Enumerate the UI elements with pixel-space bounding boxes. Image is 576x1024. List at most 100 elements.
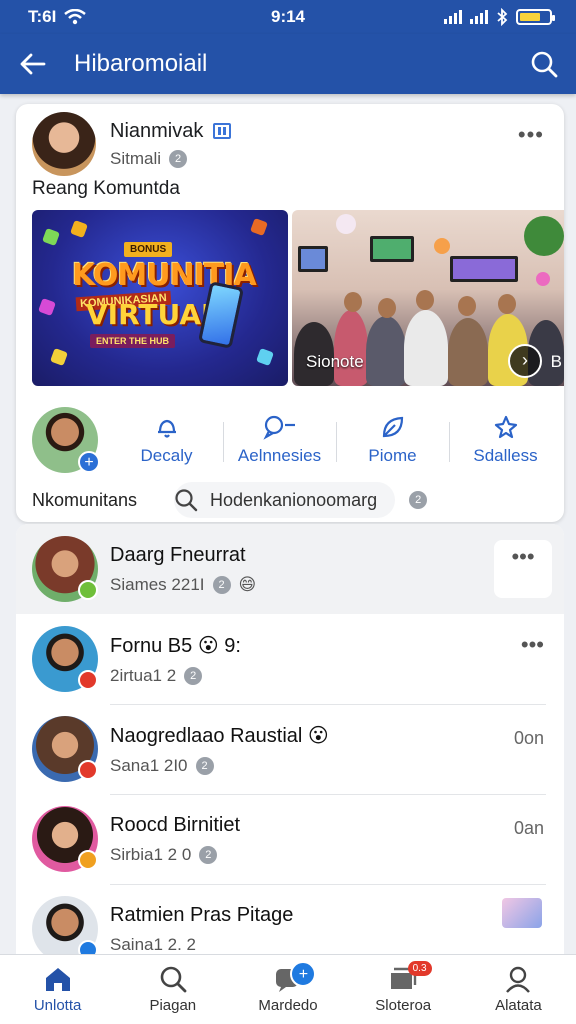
bottom-navigation: Unlotta Piagan + Mardedo 0.3 Sloteroa Al… (0, 954, 576, 1024)
banner-footer: ENTER THE HUB (90, 334, 176, 348)
chat-icon (262, 415, 295, 440)
audience-icon: 2 (195, 756, 214, 775)
message-time: 0on (513, 728, 544, 748)
community-label: Nkomunitans (32, 489, 138, 510)
new-message-badge: + (290, 961, 317, 987)
message-time: 0an (513, 818, 544, 838)
contact-avatar (32, 806, 98, 872)
author-name[interactable]: Nianmivak (110, 120, 203, 143)
next-arrow-icon[interactable]: › (508, 344, 542, 378)
contact-name: Naogredlaao Raustial 😮 (110, 724, 329, 747)
community-photo[interactable]: Sionote › B (292, 210, 564, 386)
nav-search[interactable]: Piagan (115, 955, 230, 1024)
status-dot (78, 850, 98, 870)
back-arrow-icon[interactable] (18, 52, 46, 76)
clock: 9:14 (270, 7, 306, 26)
contact-name: Ratmien Pras Pitage (110, 903, 294, 926)
action-aelnnesies[interactable]: Aelnnesies (223, 414, 336, 466)
bluetooth-icon (497, 8, 508, 26)
more-options-icon[interactable]: ••• (518, 122, 544, 148)
nav-label: Unlotta (33, 997, 82, 1014)
banner-subheadline: VIRTUAL (86, 298, 219, 331)
contact-meta: Siames 221I (110, 574, 205, 594)
search-field-text: Hodenkanionoomarg (210, 489, 378, 510)
page-title: Hibaromoiail (74, 50, 208, 77)
action-decaly[interactable]: Decaly (110, 414, 223, 466)
status-dot (78, 940, 98, 954)
photo-caption: Sionote (306, 352, 364, 371)
contact-name: Roocd Birnitiet (110, 813, 241, 836)
author-avatar[interactable] (32, 112, 96, 176)
post-text: Reang Komuntda (32, 178, 180, 199)
community-search-field[interactable]: Hodenkanionoomarg (174, 482, 396, 518)
my-avatar[interactable]: + (32, 407, 100, 473)
action-sdalless[interactable]: Sdalless (449, 414, 562, 466)
next-photo-edge: B (550, 352, 562, 371)
list-item[interactable]: Naogredlaao Raustial 😮 Sana1 2I0 2 0on (16, 704, 564, 794)
contact-avatar (32, 626, 98, 692)
search-icon[interactable] (530, 50, 558, 78)
list-item[interactable]: Fornu B5 😮 9: 2irtua1 2 2 ••• (16, 614, 564, 704)
search-icon (175, 489, 198, 512)
contact-name: Fornu B5 😮 9: (110, 634, 241, 657)
star-icon (494, 415, 517, 439)
conversation-list: Daarg Fneurrat Siames 221I 2 😄 ••• Fornu… (16, 524, 564, 954)
action-label: Sdalless (473, 446, 538, 465)
action-piome[interactable]: Piome (336, 414, 449, 466)
profile-icon (506, 966, 531, 993)
audience-icon: 2 (212, 575, 231, 594)
filter-icon[interactable]: 2 (409, 491, 428, 509)
nav-label: Sloteroa (375, 997, 432, 1014)
list-item[interactable]: Ratmien Pras Pitage Saina1 2. 2 (16, 884, 564, 954)
verified-badge-icon (213, 123, 232, 139)
post-card: Nianmivak Sitmali 2 ••• Reang Komuntda B… (16, 104, 564, 522)
status-dot (78, 580, 98, 600)
media-thumbnail[interactable] (502, 898, 542, 928)
contact-meta: 2irtua1 2 (110, 665, 177, 685)
contact-meta: Saina1 2. 2 (110, 934, 197, 954)
app-bar: Hibaromoiail (0, 34, 576, 94)
nav-messages[interactable]: + Mardedo (230, 955, 345, 1024)
contact-avatar (32, 896, 98, 954)
nav-profile[interactable]: Alatata (461, 955, 576, 1024)
nav-inbox[interactable]: 0.3 Sloteroa (346, 955, 461, 1024)
contact-meta: Sirbia1 2 0 (110, 844, 192, 864)
status-dot (78, 670, 98, 690)
contact-avatar (32, 716, 98, 782)
audience-icon: 2 (199, 845, 218, 864)
post-action-row: + Decaly Aelnnesies Piome Sdalless (32, 404, 562, 476)
search-icon (160, 966, 187, 993)
nav-label: Alatata (495, 997, 542, 1014)
status-bar: T:6I 9:14 (0, 0, 576, 34)
wifi-icon (64, 9, 87, 25)
nav-label: Piagan (149, 997, 197, 1014)
battery-level (520, 13, 540, 21)
promo-banner-image[interactable]: BONUS KOMUNITIA KOMUNIKASIAN VIRTUAL ENT… (32, 210, 288, 386)
action-label: Piome (368, 446, 417, 465)
post-header: Nianmivak Sitmali 2 (32, 112, 232, 176)
contact-meta: Sana1 2I0 (110, 755, 188, 775)
emoji-icon: 😄 (238, 574, 257, 594)
battery-icon (516, 9, 555, 25)
notification-count-badge: 0.3 (407, 961, 432, 976)
community-search-row: Nkomunitans Hodenkanionoomarg 2 (32, 480, 562, 520)
contact-avatar (32, 536, 98, 602)
more-options-icon[interactable]: ••• (521, 632, 544, 658)
nav-home[interactable]: Unlotta (0, 955, 115, 1024)
signal-icon (470, 10, 488, 24)
author-subtitle: Sitmali (110, 148, 162, 168)
home-icon (45, 968, 70, 991)
nav-label: Mardedo (258, 997, 318, 1014)
signal-icon (444, 10, 462, 24)
action-label: Decaly (140, 446, 193, 465)
list-item[interactable]: Roocd Birnitiet Sirbia1 2 0 2 0an (16, 794, 564, 884)
bell-icon (157, 419, 176, 438)
status-dot (78, 760, 98, 780)
carrier-text: T:6I (28, 7, 57, 26)
add-icon[interactable]: + (78, 451, 100, 473)
leaf-icon (382, 416, 403, 438)
list-item[interactable]: Daarg Fneurrat Siames 221I 2 😄 ••• (16, 524, 564, 614)
banner-tag: BONUS (124, 242, 173, 257)
more-options-icon[interactable]: ••• (494, 540, 552, 598)
action-label: Aelnnesies (237, 446, 322, 465)
